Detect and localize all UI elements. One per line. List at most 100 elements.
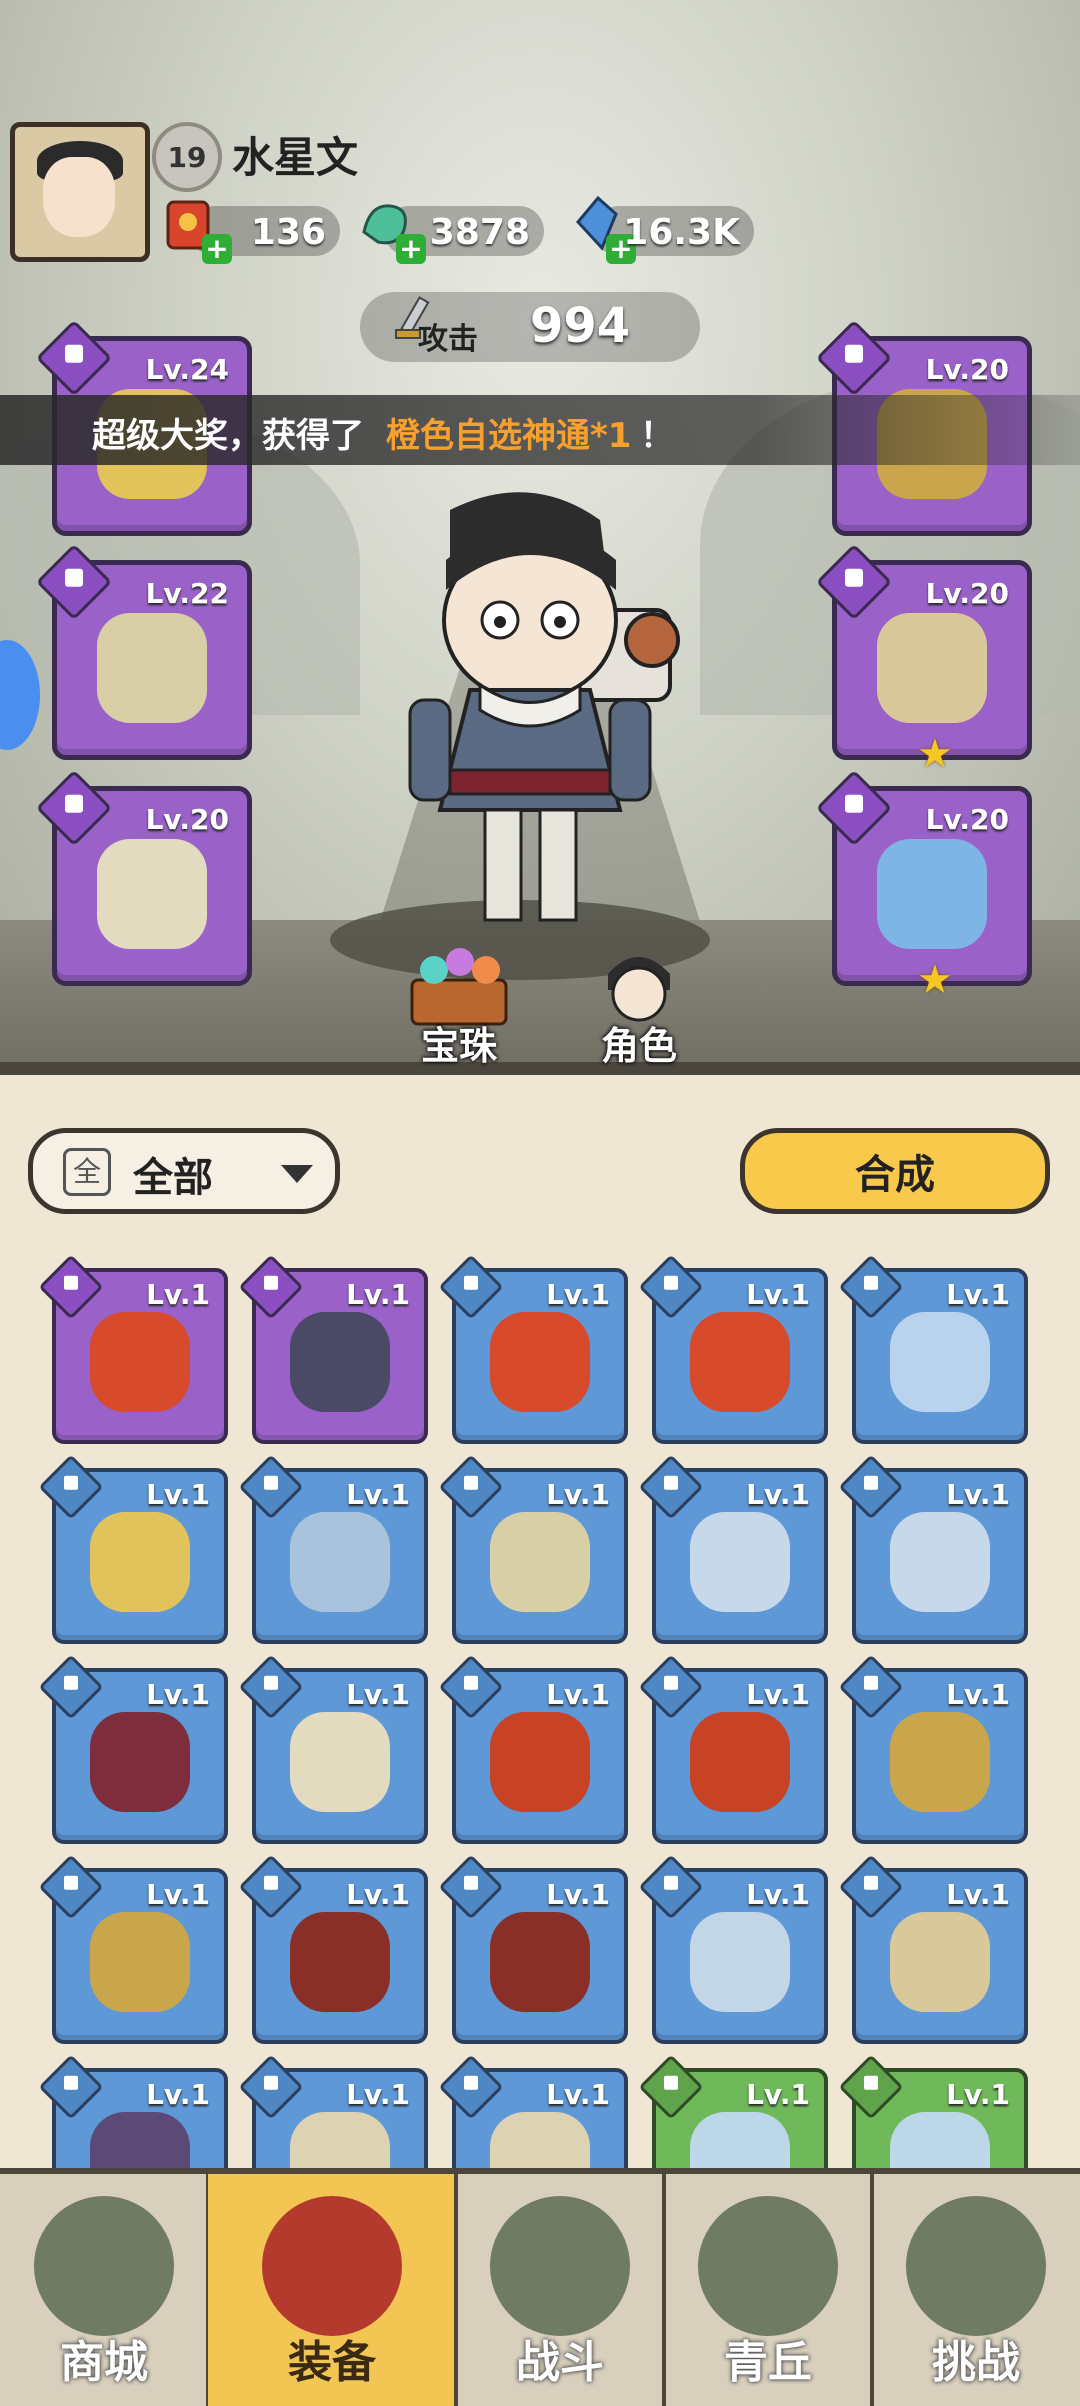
resource-red-envelope[interactable]: + 136 bbox=[166, 200, 340, 264]
inventory-item[interactable]: Lv.1 bbox=[38, 1854, 228, 2044]
inventory-panel: 全 全部 合成 Lv.1 Lv.1 Lv.1 Lv.1 Lv.1 Lv.1 Lv.1 Lv.1… bbox=[0, 1080, 1080, 2244]
item-type-icon bbox=[438, 2054, 504, 2120]
ice-bow-icon bbox=[890, 1312, 990, 1412]
inventory-item[interactable]: Lv.1 bbox=[38, 1654, 228, 1844]
star-icon: ★ bbox=[917, 731, 953, 777]
bone-boots-icon bbox=[890, 1912, 990, 2012]
announce-suffix: ！ bbox=[640, 416, 674, 456]
inventory-item[interactable]: Lv.1 bbox=[838, 1654, 1028, 1844]
inventory-item[interactable]: Lv.1 bbox=[838, 1254, 1028, 1444]
nav-tab[interactable]: 战斗 bbox=[456, 2174, 664, 2406]
equip-slot-armor[interactable]: Lv.22 bbox=[35, 543, 252, 760]
item-type-icon bbox=[438, 1854, 504, 1920]
category-filter-dropdown[interactable]: 全 全部 bbox=[28, 1128, 340, 1214]
resource-value: 136 bbox=[250, 212, 326, 253]
item-type-icon bbox=[838, 1854, 904, 1920]
flame-whip-icon bbox=[490, 1312, 590, 1412]
item-level: Lv.1 bbox=[546, 1878, 610, 1911]
announce-highlight: 橙色自选神通*1 bbox=[386, 416, 632, 456]
item-type-icon bbox=[238, 2054, 304, 2120]
shop-pavilion-icon bbox=[34, 2196, 174, 2336]
item-level: Lv.1 bbox=[946, 1678, 1010, 1711]
equip-level: Lv.20 bbox=[925, 577, 1009, 610]
gold-belt-icon bbox=[890, 1712, 990, 1812]
helmet-icon bbox=[262, 2196, 402, 2336]
item-level: Lv.1 bbox=[946, 1278, 1010, 1311]
hero-character[interactable] bbox=[390, 480, 680, 950]
belt-type-icon bbox=[815, 319, 893, 397]
item-level: Lv.1 bbox=[946, 1478, 1010, 1511]
mountain-icon bbox=[698, 2196, 838, 2336]
resource-crystal[interactable]: + 16.3K bbox=[576, 195, 754, 264]
synthesize-button[interactable]: 合成 bbox=[740, 1128, 1050, 1214]
inventory-item[interactable]: Lv.1 bbox=[238, 1254, 428, 1444]
inventory-item[interactable]: Lv.1 bbox=[38, 1254, 228, 1444]
item-type-icon bbox=[638, 2054, 704, 2120]
inventory-item[interactable]: Lv.1 bbox=[638, 1654, 828, 1844]
equip-level: Lv.20 bbox=[145, 803, 229, 836]
inventory-item[interactable]: Lv.1 bbox=[238, 1854, 428, 2044]
item-level: Lv.1 bbox=[146, 2078, 210, 2111]
item-type-icon bbox=[638, 1854, 704, 1920]
inventory-item[interactable]: Lv.1 bbox=[438, 1854, 628, 2044]
inventory-item[interactable]: Lv.1 bbox=[438, 1254, 628, 1444]
crimson-claw-icon bbox=[90, 1712, 190, 1812]
item-level: Lv.1 bbox=[546, 1278, 610, 1311]
all-category-icon: 全 bbox=[63, 1148, 111, 1196]
ice-claw-icon bbox=[690, 1512, 790, 1612]
player-level: 19 bbox=[167, 140, 207, 174]
item-level: Lv.1 bbox=[346, 1478, 410, 1511]
item-level: Lv.1 bbox=[346, 2078, 410, 2111]
item-level: Lv.1 bbox=[746, 1678, 810, 1711]
item-level: Lv.1 bbox=[346, 1678, 410, 1711]
bone-armor-icon bbox=[490, 1512, 590, 1612]
nav-label: 战斗 bbox=[516, 2337, 604, 2388]
role-button[interactable]: 角色 bbox=[564, 940, 714, 1070]
item-type-icon bbox=[438, 1254, 504, 1320]
equip-slot-amulet[interactable]: Lv.20 ★ bbox=[815, 769, 1032, 1003]
item-level: Lv.1 bbox=[746, 1478, 810, 1511]
plus-icon[interactable]: + bbox=[202, 234, 232, 264]
nav-tab[interactable]: 挑战 bbox=[872, 2174, 1080, 2406]
flame-boots-icon bbox=[290, 1912, 390, 2012]
inventory-item[interactable]: Lv.1 bbox=[238, 1654, 428, 1844]
equip-slot-boots[interactable]: Lv.20 ★ bbox=[815, 543, 1032, 777]
inventory-item[interactable]: Lv.1 bbox=[838, 1854, 1028, 2044]
nav-tab[interactable]: 装备 bbox=[208, 2174, 456, 2406]
item-type-icon bbox=[838, 1454, 904, 1520]
sword-type-icon bbox=[35, 319, 113, 397]
inventory-item[interactable]: Lv.1 bbox=[638, 1254, 828, 1444]
player-level-badge: 19 bbox=[152, 122, 222, 192]
nav-label: 挑战 bbox=[932, 2337, 1020, 2388]
item-level: Lv.1 bbox=[146, 1878, 210, 1911]
gems-button[interactable]: 宝珠 bbox=[384, 940, 534, 1070]
item-level: Lv.1 bbox=[346, 1278, 410, 1311]
item-level: Lv.1 bbox=[146, 1478, 210, 1511]
ice-claw-icon bbox=[890, 1512, 990, 1612]
inventory-item[interactable]: Lv.1 bbox=[238, 1454, 428, 1644]
inventory-item[interactable]: Lv.1 bbox=[438, 1454, 628, 1644]
filter-label: 全部 bbox=[133, 1155, 213, 1201]
resource-jade[interactable]: + 3878 bbox=[362, 204, 544, 264]
crystal-icon: + bbox=[564, 192, 636, 264]
nav-tab[interactable]: 商城 bbox=[0, 2174, 208, 2406]
ice-boots-icon bbox=[690, 1912, 790, 2012]
reward-announcement: 超级大奖，获得了 橙色自选神通*1 ！ bbox=[0, 395, 1080, 465]
inventory-item[interactable]: Lv.1 bbox=[638, 1854, 828, 2044]
nav-tab[interactable]: 青丘 bbox=[664, 2174, 872, 2406]
equip-level: Lv.20 bbox=[925, 803, 1009, 836]
equip-slot-bracer[interactable]: Lv.20 bbox=[35, 769, 252, 986]
player-avatar[interactable] bbox=[10, 122, 150, 262]
ground-edge bbox=[0, 1062, 1080, 1075]
item-level: Lv.1 bbox=[746, 1278, 810, 1311]
item-type-icon bbox=[238, 1254, 304, 1320]
item-type-icon bbox=[838, 2054, 904, 2120]
inventory-item[interactable]: Lv.1 bbox=[38, 1454, 228, 1644]
item-type-icon bbox=[638, 1654, 704, 1720]
inventory-item[interactable]: Lv.1 bbox=[438, 1654, 628, 1844]
inventory-item[interactable]: Lv.1 bbox=[838, 1454, 1028, 1644]
item-type-icon bbox=[238, 1454, 304, 1520]
item-type-icon bbox=[638, 1454, 704, 1520]
plus-icon[interactable]: + bbox=[396, 234, 426, 264]
inventory-item[interactable]: Lv.1 bbox=[638, 1454, 828, 1644]
